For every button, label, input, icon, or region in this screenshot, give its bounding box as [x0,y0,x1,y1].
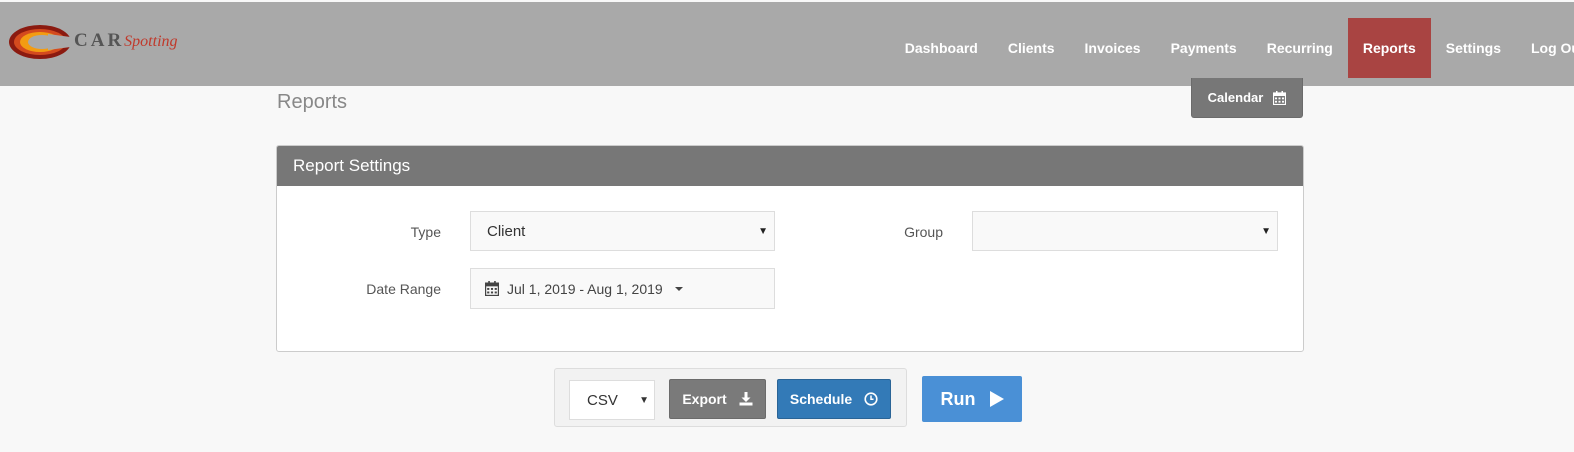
report-settings-panel: Report Settings Type Client ▼ Group ▼ Da… [276,145,1304,352]
main-nav: Dashboard Clients Invoices Payments Recu… [890,18,1574,78]
chevron-down-icon: ▼ [758,226,768,237]
calendar-button-label: Calendar [1207,90,1264,105]
download-icon [739,392,753,406]
report-actions-toolbar: CSV ▼ Export Schedule [554,368,907,427]
brand-wordmark-spotting: Spotting [124,33,178,50]
format-select[interactable]: CSV ▼ [569,380,655,420]
nav-recurring[interactable]: Recurring [1252,18,1348,78]
format-select-value: CSV [587,392,618,409]
nav-clients[interactable]: Clients [993,18,1070,78]
date-range-picker[interactable]: Jul 1, 2019 - Aug 1, 2019 [470,268,775,309]
brand-wordmark-car: CAR [74,30,125,51]
group-label: Group [904,224,943,240]
calendar-button[interactable]: Calendar [1191,78,1303,118]
type-select-value: Client [487,223,526,240]
panel-heading: Report Settings [277,146,1303,186]
type-select[interactable]: Client ▼ [470,211,775,251]
type-label: Type [410,224,441,240]
calendar-icon [1273,90,1287,105]
nav-settings[interactable]: Settings [1431,18,1516,78]
clock-icon [864,392,878,406]
tire-logo-icon [9,25,78,59]
brand-wordmark: CARSpotting [74,30,178,52]
brand-logo[interactable]: CARSpotting [8,20,208,66]
nav-invoices[interactable]: Invoices [1070,18,1156,78]
date-range-label: Date Range [366,281,441,297]
schedule-button-label: Schedule [789,391,853,407]
run-button-label: Run [940,388,976,409]
nav-log-out[interactable]: Log Out [1516,18,1574,78]
top-navbar: CARSpotting Dashboard Clients Invoices P… [0,2,1574,86]
group-select[interactable]: ▼ [972,211,1278,251]
schedule-button[interactable]: Schedule [777,379,891,419]
date-range-value: Jul 1, 2019 - Aug 1, 2019 [507,280,663,297]
nav-payments[interactable]: Payments [1156,18,1252,78]
nav-dashboard[interactable]: Dashboard [890,18,993,78]
chevron-down-icon: ▼ [1261,226,1271,237]
page-title: Reports [277,91,348,113]
calendar-icon [485,281,499,296]
caret-down-icon [674,286,683,291]
export-button[interactable]: Export [669,379,766,419]
chevron-down-icon: ▼ [639,395,649,406]
run-button[interactable]: Run [922,376,1022,422]
play-icon [989,391,1004,407]
export-button-label: Export [682,391,727,407]
nav-reports[interactable]: Reports [1347,18,1431,78]
